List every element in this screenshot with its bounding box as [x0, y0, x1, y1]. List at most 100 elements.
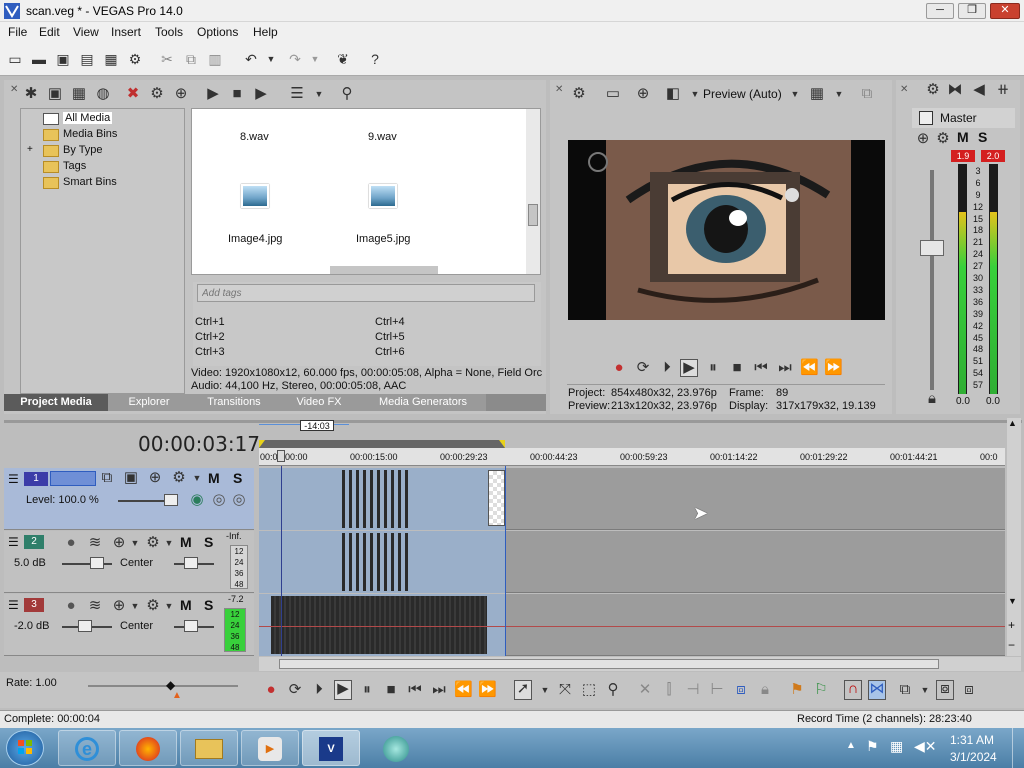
loop-start-marker[interactable]: [259, 440, 265, 448]
meter-settings-icon[interactable]: ⧺: [994, 82, 1012, 98]
tab-media-generators[interactable]: Media Generators: [360, 394, 486, 411]
paste-icon[interactable]: ▥: [206, 50, 224, 68]
media-file-image4[interactable]: Image4.jpg: [228, 233, 282, 245]
previous-frame-icon[interactable]: ⏪: [454, 682, 473, 698]
image-thumbnail-icon[interactable]: [369, 184, 397, 208]
clock-time[interactable]: 1:31 AM: [950, 733, 994, 747]
clock-date[interactable]: 3/1/2024: [950, 750, 997, 764]
time-ruler[interactable]: 00:00:00:00 00:00:15:00 00:00:29:23 00:0…: [259, 448, 1005, 466]
preview-quality-select[interactable]: Preview (Auto): [703, 87, 782, 101]
pan-slider-handle[interactable]: [184, 557, 198, 569]
compositing-mode-icon[interactable]: ◉: [188, 492, 206, 508]
media-file-9-wav[interactable]: 9.wav: [368, 131, 397, 143]
stop-icon[interactable]: ■: [728, 360, 746, 376]
go-to-start-icon[interactable]: ⏮: [406, 682, 424, 698]
save-as-icon[interactable]: ▤: [78, 50, 96, 68]
loop-playback-icon[interactable]: ⟳: [286, 682, 304, 698]
compositing-icon[interactable]: ▣: [122, 470, 140, 486]
render-icon[interactable]: ▦: [102, 50, 120, 68]
split-icon[interactable]: ⧈: [732, 682, 750, 698]
redo-icon[interactable]: ↷: [286, 50, 304, 68]
track-mute-button[interactable]: M: [180, 597, 192, 613]
scroll-down-icon[interactable]: ▼: [1008, 596, 1017, 606]
auto-preview-icon[interactable]: ▶: [252, 86, 270, 102]
panel-close-icon[interactable]: ✕: [10, 84, 20, 104]
transparent-clip[interactable]: [488, 470, 505, 526]
volume-slider-handle[interactable]: [78, 620, 92, 632]
ignore-grouping-icon[interactable]: ⧈: [960, 682, 978, 698]
ripple-dropdown-icon[interactable]: ▼: [916, 682, 934, 698]
go-to-end-icon[interactable]: ⏭: [430, 682, 448, 698]
speaker-icon[interactable]: ◀: [970, 82, 988, 98]
track-solo-button[interactable]: S: [204, 534, 213, 550]
shortcut-ctrl4[interactable]: Ctrl+4: [375, 316, 405, 328]
settings-dropdown-icon[interactable]: ▼: [160, 535, 178, 551]
settings-dropdown-icon[interactable]: ▼: [160, 598, 178, 614]
volume-envelope[interactable]: [259, 626, 1005, 627]
overlays-grid-icon[interactable]: ▦: [808, 86, 826, 102]
track-settings-dropdown-icon[interactable]: ▼: [188, 470, 206, 486]
timeline-timecode[interactable]: 00:00:03:17: [138, 432, 260, 456]
internet-explorer-icon[interactable]: e: [58, 730, 116, 766]
collapse-icon[interactable]: ☰: [8, 535, 19, 549]
volume-slider-handle[interactable]: [90, 557, 104, 569]
play-icon[interactable]: ▶: [680, 359, 698, 377]
external-monitor-icon[interactable]: ▭: [604, 86, 622, 102]
lock-envelopes-icon[interactable]: ⧇: [936, 680, 954, 700]
loop-playback-icon[interactable]: ⟳: [634, 360, 652, 376]
timeline-vertical-scrollbar[interactable]: ▲ ▼ + −: [1007, 418, 1021, 656]
media-file-8-wav[interactable]: 8.wav: [240, 131, 269, 143]
collapse-icon[interactable]: ☰: [8, 472, 19, 486]
timeline-horizontal-scrollbar[interactable]: [259, 657, 1021, 671]
image-thumbnail-icon[interactable]: [241, 184, 269, 208]
redo-dropdown-icon[interactable]: ▼: [306, 50, 324, 68]
maximize-button[interactable]: ❐: [958, 3, 986, 19]
play-from-start-icon[interactable]: ⏵: [658, 360, 676, 376]
next-frame-icon[interactable]: ⏩: [478, 682, 497, 698]
track-mute-button[interactable]: M: [180, 534, 192, 550]
adjust-dropdown-icon[interactable]: ▼: [686, 86, 704, 102]
help-icon[interactable]: ?: [366, 50, 384, 68]
new-icon[interactable]: ▭: [6, 50, 24, 68]
video-track-lane[interactable]: [259, 468, 1005, 530]
start-button[interactable]: [6, 730, 44, 766]
properties-gear-icon[interactable]: ⚙: [126, 50, 144, 68]
scroll-thumb[interactable]: [528, 204, 538, 226]
import-media-icon[interactable]: ✱: [22, 86, 40, 102]
level-slider-handle[interactable]: [164, 494, 178, 506]
shortcut-ctrl5[interactable]: Ctrl+5: [375, 331, 405, 343]
ripple-edit-icon[interactable]: ⧉: [896, 682, 914, 698]
menu-file[interactable]: File: [8, 25, 27, 39]
fx-dropdown-icon[interactable]: ▼: [126, 535, 144, 551]
play-from-start-icon[interactable]: ⏵: [310, 682, 328, 698]
shortcut-ctrl3[interactable]: Ctrl+3: [195, 346, 225, 358]
play-icon[interactable]: ▶: [334, 680, 352, 700]
show-hidden-icons-icon[interactable]: ▲: [846, 740, 856, 751]
zoom-in-icon[interactable]: +: [1008, 618, 1015, 632]
track-header-video[interactable]: ☰ 1 ⧉ ▣ ⊕ ⚙ ▼ M S Level: 100.0 % ◉ ◎ ◎: [4, 468, 254, 530]
preview-close-icon[interactable]: ✕: [555, 84, 563, 95]
shortcut-ctrl1[interactable]: Ctrl+1: [195, 316, 225, 328]
cut-icon[interactable]: ✂: [158, 50, 176, 68]
open-icon[interactable]: ▬: [30, 50, 48, 68]
shortcut-ctrl2[interactable]: Ctrl+2: [195, 331, 225, 343]
normal-edit-tool-icon[interactable]: ➚: [514, 680, 532, 700]
master-solo-button[interactable]: S: [978, 129, 987, 145]
auto-crossfade-icon[interactable]: ⋈: [868, 680, 886, 700]
trim-icon[interactable]: ⫿: [660, 682, 678, 698]
expand-icon[interactable]: +: [27, 144, 33, 155]
master-bus-icon[interactable]: [919, 111, 933, 125]
volume-muted-icon[interactable]: ◀✕: [914, 738, 937, 755]
track-settings-gear-icon[interactable]: ⚙: [170, 470, 188, 486]
splitter[interactable]: [4, 420, 1022, 423]
media-properties-icon[interactable]: ⊕: [172, 86, 190, 102]
pause-icon[interactable]: ⏸: [358, 682, 376, 698]
undo-icon[interactable]: ↶: [242, 50, 260, 68]
zoom-out-icon[interactable]: −: [1008, 638, 1015, 652]
track-fx-icon[interactable]: ⊕: [146, 470, 164, 486]
preview-properties-gear-icon[interactable]: ⚙: [570, 86, 588, 102]
media-player-icon[interactable]: ▶: [241, 730, 299, 766]
zoom-tool-icon[interactable]: ⚲: [604, 682, 622, 698]
network-icon[interactable]: ▦: [890, 738, 903, 755]
selection-tool-icon[interactable]: ⬚: [580, 682, 598, 698]
